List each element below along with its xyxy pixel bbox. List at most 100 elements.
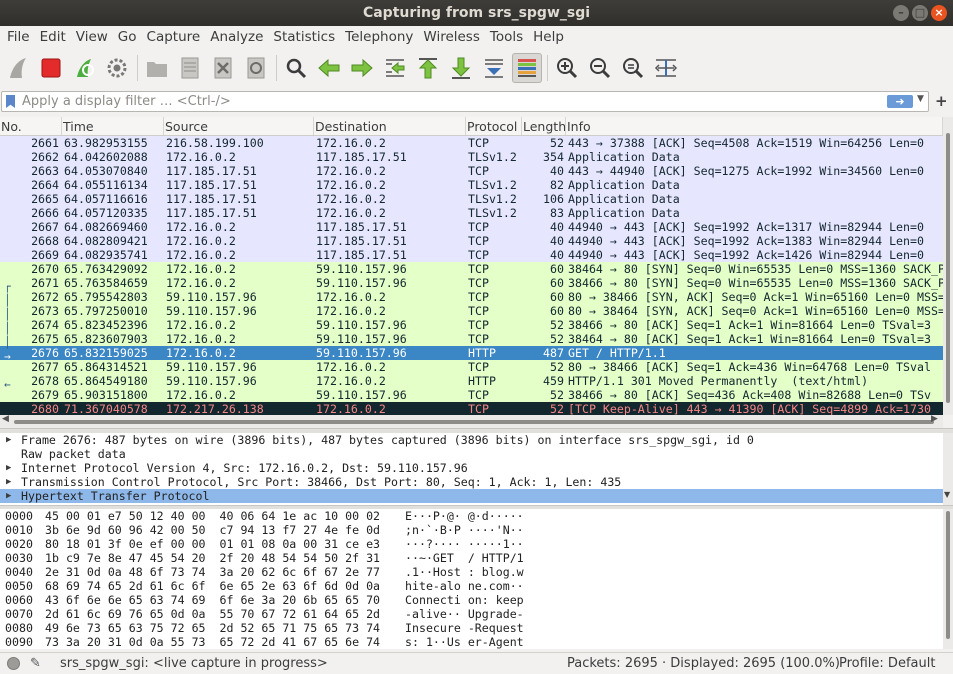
packet-destination: 117.185.17.51	[316, 220, 407, 234]
autoscroll-icon[interactable]	[479, 53, 509, 83]
packet-row[interactable]: 2677 65.864314521 59.110.157.96 172.16.0.2 T…	[0, 360, 943, 374]
scroll-left-icon[interactable]: ◀	[2, 414, 9, 424]
edit-comment-icon[interactable]: ✎	[30, 653, 41, 674]
column-header-no[interactable]: No.	[0, 117, 62, 135]
packet-row[interactable]: 2666 64.057120335 117.185.17.51 172.16.0.2 T…	[0, 206, 943, 220]
bytes-row[interactable]: 0070 2d 61 6c 69 76 65 0d 0a 55 70 67 72 …	[0, 607, 943, 621]
detail-ipv4[interactable]: ▶ Internet Protocol Version 4, Src: 172.1…	[0, 461, 943, 475]
packet-row[interactable]: 2679 65.903151800 172.16.0.2 59.110.157.96 T…	[0, 388, 943, 402]
go-back-icon[interactable]	[314, 53, 344, 83]
bytes-hex: 49 6e 73 65 63 75 72 65 2d 52 65 71 75 6…	[45, 621, 381, 635]
bytes-scroll-thumb[interactable]	[946, 511, 950, 639]
minimize-icon[interactable]: –	[893, 5, 909, 21]
expand-arrow-icon[interactable]: ▶	[6, 489, 11, 503]
packet-row[interactable]: 2670 65.763429092 172.16.0.2 59.110.157.96 T…	[0, 262, 943, 276]
menu-statistics[interactable]: Statistics	[268, 26, 340, 49]
close-file-icon[interactable]	[208, 53, 238, 83]
packet-row[interactable]: 2661 63.982953155 216.58.199.100 172.16.0.2…	[0, 136, 943, 150]
detail-frame[interactable]: ▶ Frame 2676: 487 bytes on wire (3896 bit…	[0, 433, 943, 447]
save-file-icon[interactable]	[175, 53, 205, 83]
chevron-down-icon[interactable]: ▼	[917, 94, 924, 104]
close-icon[interactable]: ×	[931, 5, 947, 21]
packet-row[interactable]: 2674 65.823452396 172.16.0.2 59.110.157.96 T…	[0, 318, 943, 332]
zoom-normal-icon[interactable]	[618, 53, 648, 83]
bytes-row[interactable]: 0020 80 18 01 3f 0e ef 00 00 01 01 08 0a …	[0, 537, 943, 551]
menu-file[interactable]: File	[2, 26, 35, 49]
column-header-info[interactable]: Info	[566, 117, 943, 135]
zoom-in-icon[interactable]	[552, 53, 582, 83]
menu-tools[interactable]: Tools	[485, 26, 528, 49]
menu-edit[interactable]: Edit	[35, 26, 71, 49]
go-first-icon[interactable]	[413, 53, 443, 83]
apply-filter-arrow-icon[interactable]: ➜	[887, 95, 913, 108]
stop-capture-icon[interactable]	[36, 53, 66, 83]
go-last-icon[interactable]	[446, 53, 476, 83]
packet-list-scroll-thumb[interactable]	[946, 133, 950, 403]
column-header-protocol[interactable]: Protocol	[466, 117, 522, 135]
go-to-packet-icon[interactable]	[380, 53, 410, 83]
packet-row[interactable]: 2668 64.082809421 172.16.0.2 117.185.17.51 T…	[0, 234, 943, 248]
bytes-row[interactable]: 0030 1b c9 7e 8e 47 45 54 20 2f 20 48 54 …	[0, 551, 943, 565]
packet-row[interactable]: 2671 65.763584659 172.16.0.2 59.110.157.96 T…	[0, 276, 943, 290]
packet-row[interactable]: 2680 71.367040578 172.217.26.138 172.16.0.2…	[0, 402, 943, 415]
detail-tcp[interactable]: ▶ Transmission Control Protocol, Src Port…	[0, 475, 943, 489]
bytes-row[interactable]: 0010 3b 6e 9d 60 96 42 00 50 c7 94 13 f7 …	[0, 523, 943, 537]
menu-analyze[interactable]: Analyze	[205, 26, 268, 49]
packet-row[interactable]: 2672 65.795542803 59.110.157.96 172.16.0.2 T…	[0, 290, 943, 304]
expand-arrow-icon[interactable]: ▶	[6, 475, 11, 489]
display-filter-input[interactable]	[22, 92, 872, 111]
menu-view[interactable]: View	[71, 26, 113, 49]
scroll-right-icon[interactable]: ▶	[931, 414, 938, 424]
find-packet-icon[interactable]	[281, 53, 311, 83]
column-header-length[interactable]: Length	[522, 117, 566, 135]
zoom-out-icon[interactable]	[585, 53, 615, 83]
column-header-source[interactable]: Source	[164, 117, 314, 135]
bookmark-icon[interactable]	[6, 95, 15, 108]
status-bar: ✎ srs_spgw_sgi: <live capture in progres…	[0, 652, 953, 674]
bytes-row[interactable]: 0040 2e 31 0d 0a 48 6f 73 74 3a 20 62 6c …	[0, 565, 943, 579]
bytes-row[interactable]: 0050 68 69 74 65 2d 61 6c 6f 6e 65 2e 63 …	[0, 579, 943, 593]
packet-row-selected[interactable]: 2676 65.832159025 172.16.0.2 59.110.157.96 H…	[0, 346, 943, 360]
packet-info: Application Data	[568, 150, 680, 164]
profile-label[interactable]: Profile: Default	[839, 653, 935, 674]
shark-fin-start-icon[interactable]	[3, 53, 33, 83]
colorize-icon[interactable]	[512, 53, 542, 83]
restart-capture-icon[interactable]	[69, 53, 99, 83]
add-filter-button-plus-icon[interactable]: +	[935, 92, 948, 110]
expand-arrow-icon[interactable]: ▶	[6, 433, 11, 447]
detail-raw-packet[interactable]: Raw packet data	[0, 447, 943, 461]
column-header-time[interactable]: Time	[62, 117, 164, 135]
menu-telephony[interactable]: Telephony	[340, 26, 418, 49]
bytes-row[interactable]: 0000 45 00 01 e7 50 12 40 00 40 06 64 1e …	[0, 509, 943, 523]
bytes-row[interactable]: 0090 73 3a 20 31 0d 0a 55 73 65 72 2d 41 …	[0, 635, 943, 649]
open-file-icon[interactable]	[142, 53, 172, 83]
column-header-destination[interactable]: Destination	[314, 117, 466, 135]
packet-row[interactable]: 2669 64.082935741 172.16.0.2 117.185.17.51 T…	[0, 248, 943, 262]
packet-row[interactable]: 2675 65.823607903 172.16.0.2 59.110.157.96 T…	[0, 332, 943, 346]
expand-arrow-icon[interactable]: ▶	[6, 461, 11, 475]
packet-protocol: TCP	[468, 290, 489, 304]
packet-row[interactable]: 2662 64.042602088 172.16.0.2 117.185.17.51 T…	[0, 150, 943, 164]
packet-row[interactable]: 2673 65.797250010 59.110.157.96 172.16.0.2 T…	[0, 304, 943, 318]
packet-list-hscroll-thumb[interactable]	[14, 420, 934, 424]
packet-row[interactable]: 2667 64.082669460 172.16.0.2 117.185.17.51 T…	[0, 220, 943, 234]
maximize-icon[interactable]: □	[912, 5, 928, 21]
packet-row[interactable]: 2678 65.864549180 59.110.157.96 172.16.0.2 H…	[0, 374, 943, 388]
go-forward-icon[interactable]	[347, 53, 377, 83]
menu-wireless[interactable]: Wireless	[418, 26, 485, 49]
menu-go[interactable]: Go	[113, 26, 142, 49]
packet-row[interactable]: 2664 64.055116134 117.185.17.51 172.16.0.2 T…	[0, 178, 943, 192]
scroll-down-icon[interactable]: ▼	[944, 490, 950, 499]
bytes-row[interactable]: 0080 49 6e 73 65 63 75 72 65 2d 52 65 71 …	[0, 621, 943, 635]
packet-row[interactable]: 2663 64.053070840 117.185.17.51 172.16.0.2 T…	[0, 164, 943, 178]
packet-list: 2661 63.982953155 216.58.199.100 172.16.0.2…	[0, 136, 943, 415]
detail-http[interactable]: ▶ Hypertext Transfer Protocol	[0, 489, 943, 503]
capture-options-icon[interactable]	[102, 53, 132, 83]
packet-row[interactable]: 2665 64.057116616 117.185.17.51 172.16.0.2 T…	[0, 192, 943, 206]
bytes-row[interactable]: 0060 43 6f 6e 6e 65 63 74 69 6f 6e 3a 20 …	[0, 593, 943, 607]
reload-file-icon[interactable]	[241, 53, 271, 83]
expert-info-led-icon[interactable]	[7, 657, 20, 670]
resize-columns-icon[interactable]	[651, 53, 681, 83]
menu-help[interactable]: Help	[528, 26, 569, 49]
menu-capture[interactable]: Capture	[142, 26, 206, 49]
